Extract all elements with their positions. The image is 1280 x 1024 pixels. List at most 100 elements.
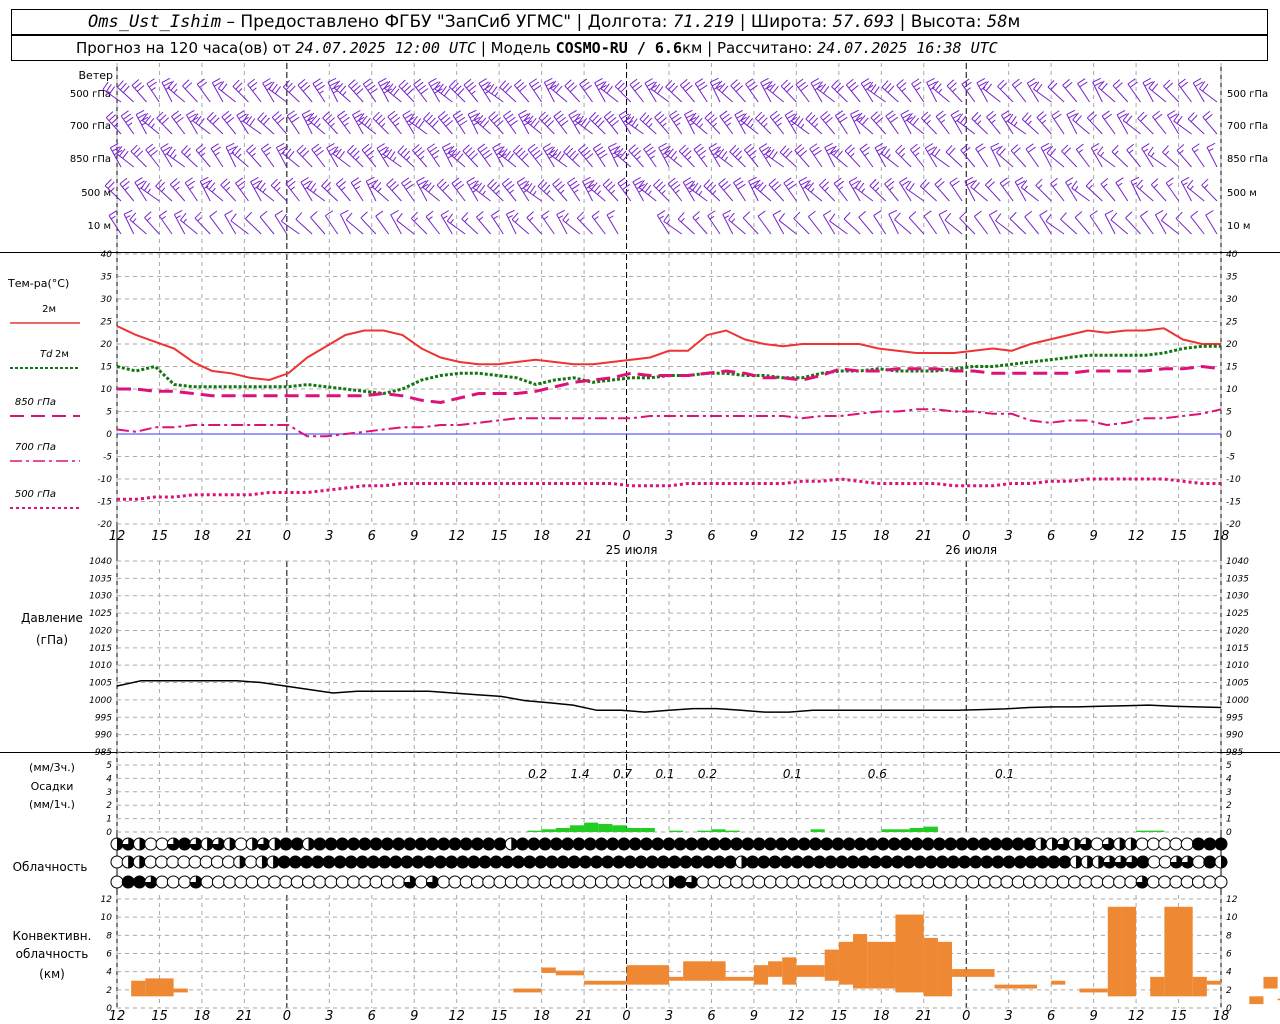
wind-barb-staff <box>514 85 530 103</box>
cloud-symbol <box>808 875 822 889</box>
cloud-symbol <box>288 855 302 869</box>
conv-tick-left: 12 <box>101 895 113 905</box>
cloud-symbol-fill <box>798 838 811 850</box>
wind-barb-feather <box>1027 146 1036 153</box>
wind-barb-feather <box>1097 146 1104 155</box>
wind-barb-staff <box>181 151 198 168</box>
wind-barb-feather <box>1093 148 1098 152</box>
cloud-symbol <box>1090 875 1104 889</box>
wind-barb-feather <box>698 190 703 196</box>
wind-barb-feather <box>1027 120 1032 125</box>
wind-barb-feather <box>1205 210 1214 216</box>
wind-barb-feather <box>274 86 281 95</box>
cloud-symbol <box>470 875 484 889</box>
wind-barb-staff <box>677 218 695 235</box>
wind-level-label: 850 гПа <box>1227 154 1268 165</box>
cloud-symbol-ring <box>155 837 169 851</box>
wind-barb-feather <box>772 85 779 94</box>
cloud-symbol <box>143 855 157 869</box>
wind-barb-feather <box>518 150 526 158</box>
precip-tick-right: 4 <box>1226 774 1232 784</box>
cloud-symbol-ring <box>1180 875 1194 889</box>
cloud-symbol-fill <box>278 856 291 868</box>
convective-bar <box>1079 988 1108 993</box>
cloud-symbol <box>685 837 699 851</box>
wind-barb-feather <box>850 152 855 158</box>
cloud-symbol-fill <box>1003 856 1016 868</box>
cloud-symbol-fill <box>426 838 439 850</box>
cloud-symbol-ring <box>211 875 225 889</box>
cloud-symbol <box>1124 875 1138 889</box>
wind-barb-feather <box>310 211 318 218</box>
precip-3h-total: 0.6 <box>868 767 887 781</box>
wind-barb-feather <box>681 147 689 155</box>
wind-barb-staff <box>221 116 237 135</box>
cloud-symbol-fill <box>1014 856 1027 868</box>
wind-barb <box>730 79 746 103</box>
cloud-symbol <box>1124 837 1138 851</box>
cloud-symbol <box>797 837 811 851</box>
wind-barb-feather <box>986 110 994 118</box>
cloud-symbol-fill <box>1203 838 1216 850</box>
cloud-symbol <box>511 855 525 869</box>
wind-barb-feather <box>403 180 412 187</box>
wind-barb-staff <box>1035 185 1052 202</box>
wind-barb-feather <box>642 114 650 123</box>
wind-barb-feather <box>760 117 768 125</box>
cloud-symbol-ring <box>1147 855 1161 869</box>
convective-bar <box>753 965 769 985</box>
cloud-symbol <box>255 855 269 869</box>
cloud-symbol-fill <box>858 856 871 868</box>
wind-barb-staff <box>997 86 1014 103</box>
cloud-symbol <box>718 837 732 851</box>
wind-barb-feather <box>712 190 717 195</box>
wind-barb-feather <box>456 153 464 161</box>
wind-barb-feather <box>1150 178 1159 186</box>
wind-barb-feather <box>263 146 272 153</box>
wind-barb <box>1167 110 1180 135</box>
precip-bar <box>895 829 910 832</box>
wind-barb-feather <box>1013 121 1018 127</box>
cloud-symbol <box>989 875 1003 889</box>
wind-barb-feather <box>479 146 488 153</box>
cloud-symbol <box>358 875 372 889</box>
cloud-symbol <box>746 855 760 869</box>
wind-barb-staff <box>707 215 721 235</box>
wind-barb-feather <box>1001 110 1010 116</box>
wind-barb-feather <box>231 145 239 153</box>
wind-barb-staff <box>135 114 147 135</box>
wind-barb <box>1010 144 1027 168</box>
cloud-symbol-ring <box>1158 855 1172 869</box>
cloud-symbol <box>445 855 459 869</box>
wind-barb-feather <box>224 210 233 216</box>
wind-barb <box>639 112 657 135</box>
cloud-symbol <box>223 875 237 889</box>
wind-barb-feather <box>1036 83 1043 92</box>
wind-barb-feather <box>526 211 534 219</box>
wind-barb-feather <box>265 152 271 156</box>
wind-barb-staff <box>232 86 249 103</box>
wind-barb-staff <box>322 117 339 135</box>
wind-barb-feather <box>125 116 134 123</box>
wind-barb <box>1101 110 1116 135</box>
wind-barb-staff <box>693 149 708 168</box>
wind-barb-feather <box>146 216 152 221</box>
wind-barb <box>490 210 504 235</box>
cloud-symbol <box>392 875 406 889</box>
wind-barb-feather <box>606 113 614 121</box>
wind-barb-feather <box>912 117 919 126</box>
wind-barb-feather <box>108 114 116 121</box>
wind-barb-feather <box>477 143 486 150</box>
convective-bar <box>683 961 726 981</box>
cloud-symbol-ring <box>977 875 991 889</box>
cloud-symbol <box>380 875 394 889</box>
convective-bar <box>1249 996 1264 1005</box>
pressure-title: Давление <box>21 611 83 625</box>
wind-barb <box>514 79 530 103</box>
cloud-symbol <box>1036 855 1050 869</box>
hour-tick-label: 15 <box>831 529 848 544</box>
cloud-symbol <box>1022 875 1036 889</box>
wind-barb-feather <box>206 111 214 120</box>
wind-barb-feather <box>503 110 512 117</box>
cloud-symbol-ring <box>1135 837 1149 851</box>
